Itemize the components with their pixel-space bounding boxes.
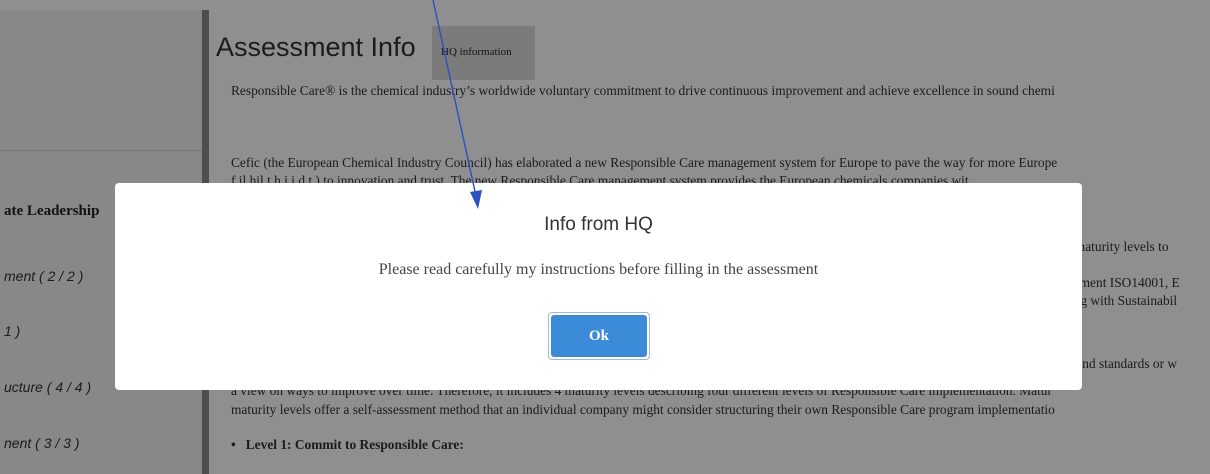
page: ate Leadership ment ( 2 / 2 ) 1 ) ucture… <box>0 0 1210 474</box>
ok-button[interactable]: Ok <box>548 312 650 360</box>
dialog-title: Info from HQ <box>544 214 653 235</box>
ok-button-label: Ok <box>551 315 647 357</box>
info-dialog: Info from HQ Please read carefully my in… <box>115 183 1082 390</box>
dialog-message: Please read carefully my instructions be… <box>378 261 819 278</box>
